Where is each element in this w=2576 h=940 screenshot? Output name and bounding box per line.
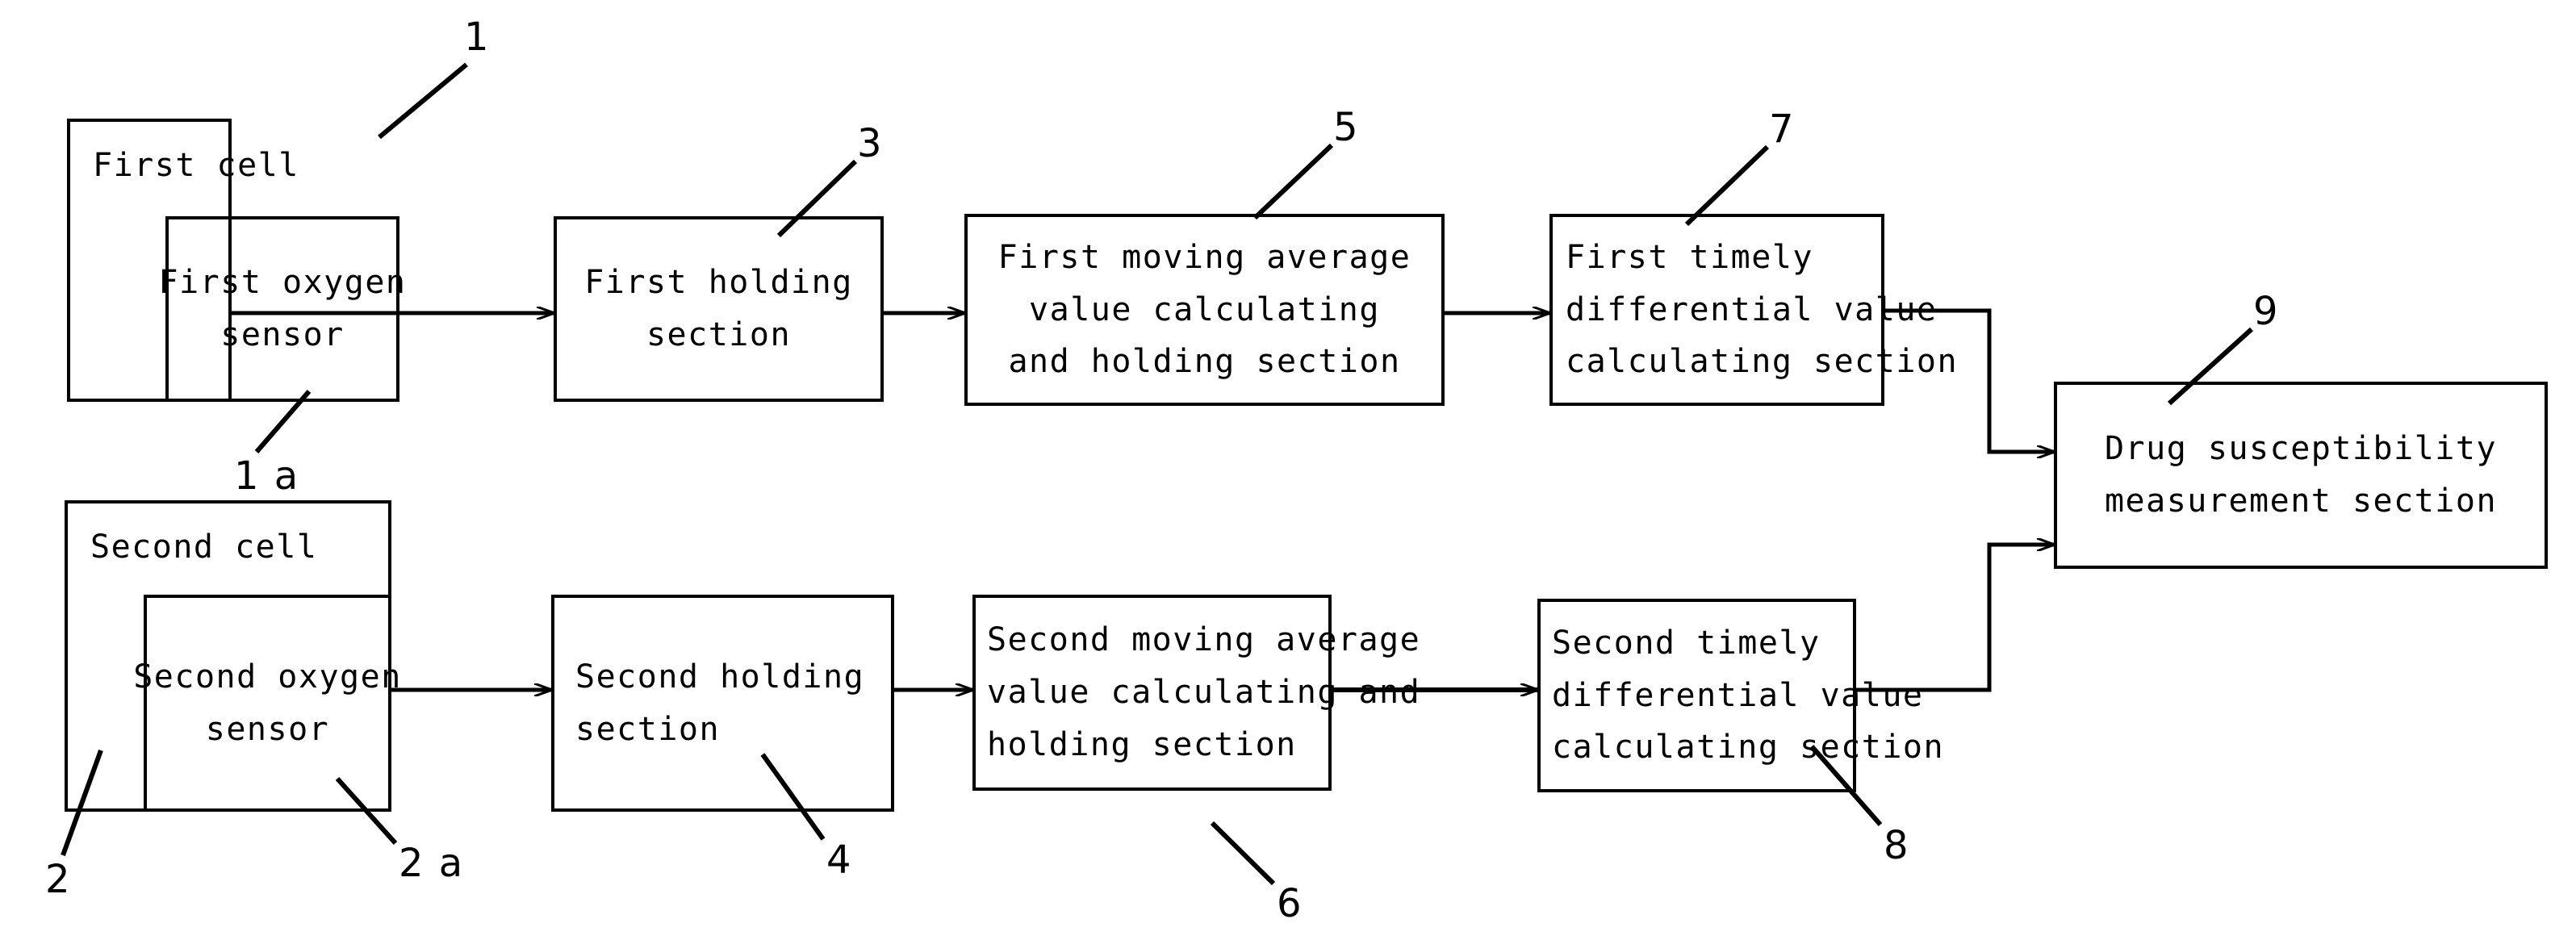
box-second-holding-section[interactable]: Second holding section xyxy=(551,595,894,812)
box-second-holding-section-line1: Second holding xyxy=(575,658,865,696)
box-first-timely-differential-line2: differential value xyxy=(1566,290,1938,328)
box-first-moving-average[interactable]: First moving average value calculating a… xyxy=(964,214,1445,406)
reference-numeral-1: 1 xyxy=(464,15,491,60)
reference-numeral-7: 7 xyxy=(1769,107,1796,152)
patent-figure-canvas: First cell First oxygen sensor First hol… xyxy=(0,0,2576,940)
box-drug-susceptibility-line1: Drug susceptibility xyxy=(2104,430,2498,468)
box-first-timely-differential-line1: First timely xyxy=(1566,238,1813,276)
box-first-cell-label: First cell xyxy=(93,147,299,184)
reference-numeral-3: 3 xyxy=(857,121,884,166)
box-second-cell-label: Second cell xyxy=(90,528,318,566)
box-first-moving-average-line3: and holding section xyxy=(1008,343,1401,381)
reference-numeral-1a: 1 a xyxy=(234,453,300,499)
box-first-holding-section-line1: First holding xyxy=(584,264,853,302)
box-first-oxygen-sensor[interactable]: First oxygen sensor xyxy=(159,216,405,402)
box-first-oxygen-sensor-line2: sensor xyxy=(220,316,345,353)
box-drug-susceptibility-line2: measurement section xyxy=(2104,483,2498,520)
reference-numeral-2a: 2 a xyxy=(399,841,465,886)
box-second-moving-average-line1: Second moving average xyxy=(987,621,1421,659)
reference-numeral-6: 6 xyxy=(1277,881,1303,926)
leader-line-6 xyxy=(1210,821,1276,886)
box-drug-susceptibility-measurement[interactable]: Drug susceptibility measurement section xyxy=(2054,382,2548,569)
leader-line-7 xyxy=(1684,144,1770,227)
box-first-moving-average-line1: First moving average xyxy=(997,238,1411,276)
box-first-timely-differential-line3: calculating section xyxy=(1566,343,1959,381)
box-second-moving-average-line2: value calculating and xyxy=(987,674,1421,712)
box-second-oxygen-sensor-line2: sensor xyxy=(205,710,330,748)
box-second-oxygen-sensor-line1: Second oxygen xyxy=(133,658,402,696)
box-second-timely-differential-line2: differential value xyxy=(1552,676,1924,714)
box-first-timely-differential[interactable]: First timely differential value calculat… xyxy=(1549,214,1957,406)
reference-numeral-9: 9 xyxy=(2253,289,2280,334)
box-first-holding-section-line2: section xyxy=(646,316,792,353)
reference-numeral-8: 8 xyxy=(1884,823,1910,868)
leader-line-5 xyxy=(1252,143,1334,220)
box-second-timely-differential[interactable]: Second timely differential value calcula… xyxy=(1537,599,1943,792)
box-second-moving-average-line3: holding section xyxy=(987,725,1297,763)
box-second-oxygen-sensor[interactable]: Second oxygen sensor xyxy=(133,595,400,812)
reference-numeral-5: 5 xyxy=(1333,105,1360,150)
box-second-timely-differential-line1: Second timely xyxy=(1552,624,1821,662)
box-first-moving-average-line2: value calculating xyxy=(1029,290,1380,328)
reference-numeral-2: 2 xyxy=(45,857,72,902)
reference-numeral-4: 4 xyxy=(826,838,853,883)
box-second-holding-section-line2: section xyxy=(575,710,721,748)
box-second-timely-differential-line3: calculating section xyxy=(1552,729,1945,767)
box-first-oxygen-sensor-line1: First oxygen xyxy=(158,264,407,302)
leader-line-1 xyxy=(378,62,468,140)
box-second-moving-average[interactable]: Second moving average value calculating … xyxy=(972,595,1420,791)
box-first-holding-section[interactable]: First holding section xyxy=(554,216,884,402)
connector-diff2-to-drug xyxy=(1856,545,2054,692)
